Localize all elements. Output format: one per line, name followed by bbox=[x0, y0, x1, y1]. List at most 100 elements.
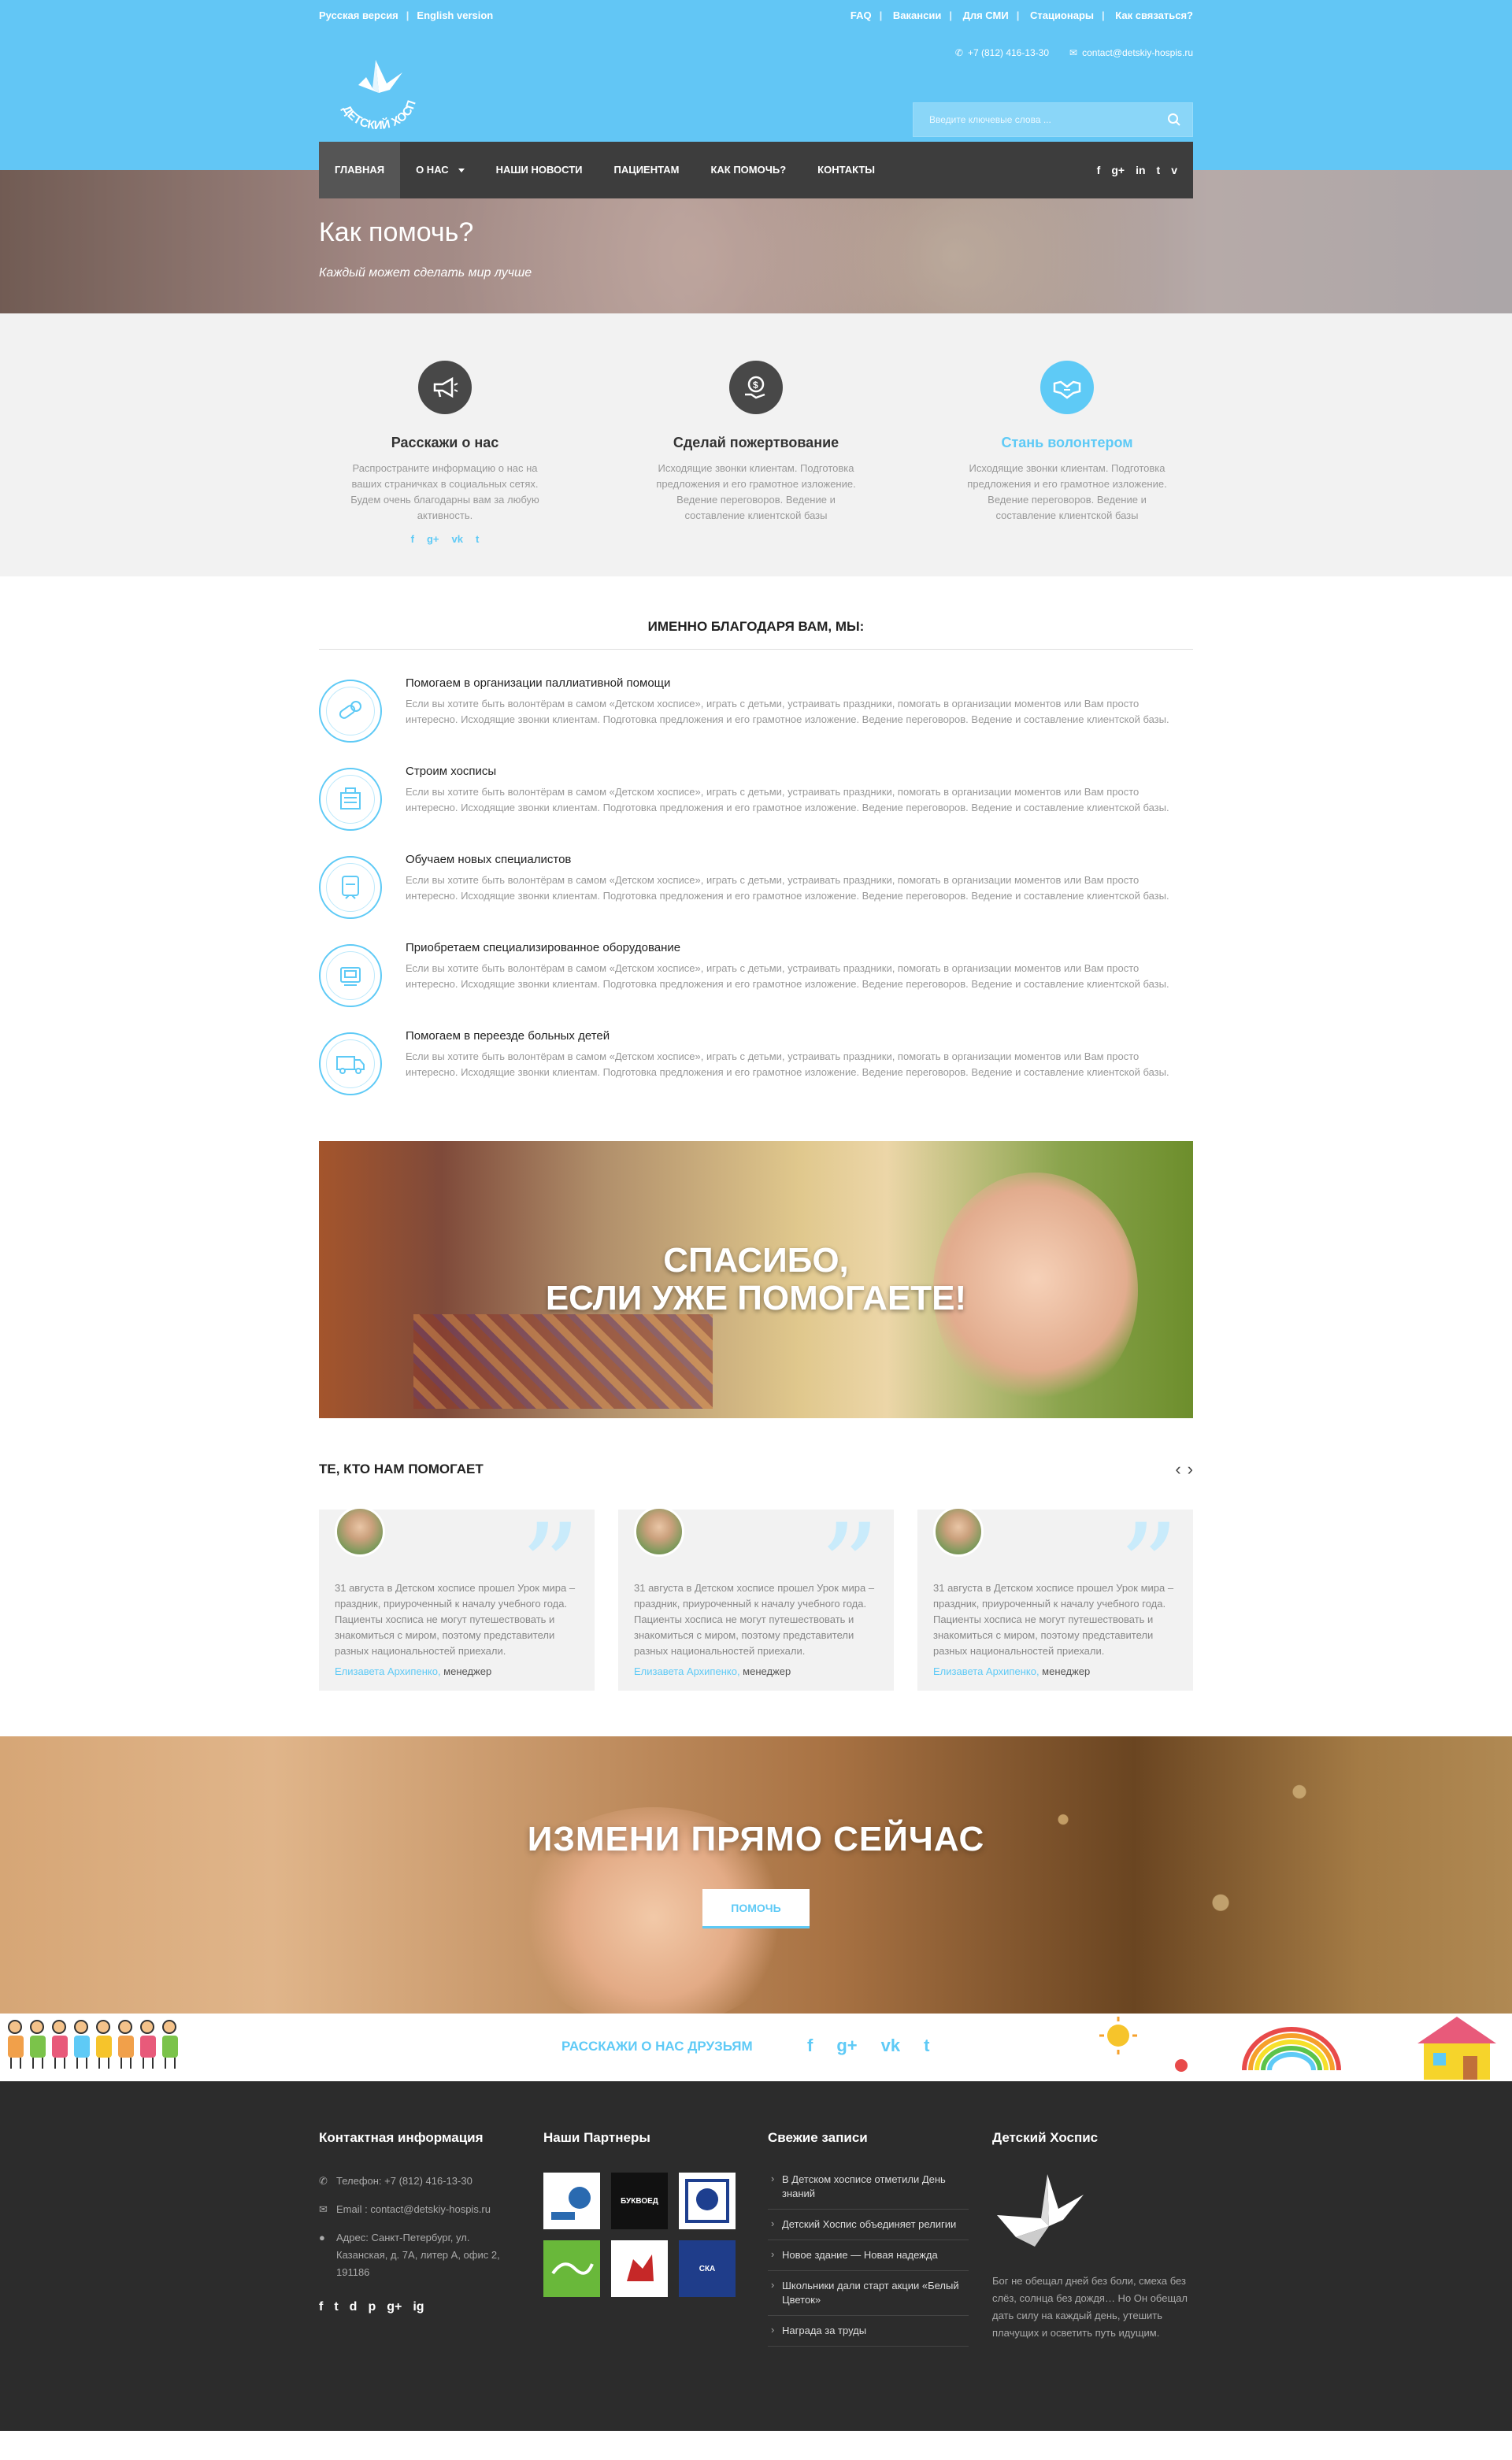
helpers-section: ТЕ, КТО НАМ ПОМОГАЕТ ‹ › ” 31 августа в Д… bbox=[319, 1459, 1193, 1691]
vimeo-icon[interactable]: v bbox=[1171, 164, 1177, 176]
google-plus-icon[interactable]: g+ bbox=[1111, 164, 1125, 176]
help-option-title: Сделай пожертвование bbox=[673, 435, 839, 450]
recent-post-link[interactable]: Награда за труды bbox=[768, 2316, 969, 2347]
thanks-banner-text: СПАСИБО, ЕСЛИ УЖЕ ПОМОГАЕТЕ! bbox=[545, 1241, 967, 1317]
top-bar: Русская версия | English version FAQ | Вака… bbox=[319, 0, 1193, 21]
twitter-icon[interactable]: t bbox=[1157, 164, 1161, 176]
top-link-faq[interactable]: FAQ bbox=[850, 9, 872, 21]
vk-icon[interactable]: vk bbox=[452, 533, 463, 545]
footer-heading: Контактная информация bbox=[319, 2130, 484, 2145]
partner-logo[interactable] bbox=[543, 2173, 600, 2229]
help-option-volunteer[interactable]: Стань волонтером Исходящие звонки клиент… bbox=[941, 361, 1193, 545]
megaphone-icon bbox=[418, 361, 472, 414]
crane-logo-icon bbox=[997, 2174, 1084, 2247]
google-plus-icon[interactable]: g+ bbox=[427, 533, 439, 545]
vk-icon[interactable]: vk bbox=[881, 2036, 900, 2056]
header-phone: ✆ +7 (812) 416-13-30 bbox=[954, 47, 1050, 58]
footer-heading: Свежие записи bbox=[768, 2130, 868, 2145]
top-link-contact[interactable]: Как связаться? bbox=[1115, 9, 1193, 21]
kids-drawing-right bbox=[1099, 2017, 1496, 2080]
lang-en-link[interactable]: English version bbox=[417, 9, 493, 21]
footer-heading: Наши Партнеры bbox=[543, 2130, 650, 2145]
twitter-icon[interactable]: t bbox=[924, 2036, 929, 2056]
help-option-share[interactable]: Расскажи о нас Распространите информацию… bbox=[319, 361, 571, 545]
google-plus-icon[interactable]: g+ bbox=[836, 2036, 857, 2056]
dribbble-icon[interactable]: d bbox=[350, 2300, 358, 2314]
testimonial-author: Елизавета Архипенко, менеджер bbox=[335, 1665, 492, 1677]
lang-ru-link[interactable]: Русская версия bbox=[319, 9, 398, 21]
recent-post-link[interactable]: В Детском хосписе отметили День знаний bbox=[768, 2165, 969, 2210]
help-option-text: Исходящие звонки клиентам. Подготовка пр… bbox=[967, 462, 1167, 521]
testimonial-author: Елизавета Архипенко, менеджер bbox=[933, 1665, 1091, 1677]
help-option-donate[interactable]: $ Сделай пожертвование Исходящие звонки … bbox=[630, 361, 882, 545]
help-button[interactable]: ПОМОЧЬ bbox=[702, 1889, 810, 1928]
site-logo[interactable]: ДЕТСКИЙ ХОСПИС bbox=[323, 39, 429, 135]
linkedin-icon[interactable]: in bbox=[1136, 164, 1145, 176]
pinterest-icon[interactable]: p bbox=[368, 2300, 376, 2314]
change-now-banner: ИЗМЕНИ ПРЯМО СЕЙЧАС ПОМОЧЬ bbox=[0, 1736, 1512, 2014]
twitter-icon[interactable]: t bbox=[334, 2300, 338, 2314]
section-title: ИМЕННО БЛАГОДАРЯ ВАМ, МЫ: bbox=[319, 619, 1193, 650]
google-plus-icon[interactable]: g+ bbox=[387, 2300, 402, 2314]
help-option-title: Расскажи о нас bbox=[391, 435, 499, 450]
page-subtitle: Каждый может сделать мир лучше bbox=[319, 266, 532, 280]
feature-text: Если вы хотите быть волонтёрам в самом «… bbox=[406, 1050, 1169, 1078]
avatar bbox=[933, 1506, 984, 1557]
top-links: FAQ | Вакансии | Для СМИ | Стационары | Как … bbox=[850, 9, 1193, 21]
facebook-icon[interactable]: f bbox=[411, 533, 414, 545]
facebook-icon[interactable]: f bbox=[319, 2300, 323, 2314]
nav-news[interactable]: НАШИ НОВОСТИ bbox=[480, 142, 598, 198]
facebook-icon[interactable]: f bbox=[807, 2036, 813, 2056]
top-link-press[interactable]: Для СМИ bbox=[963, 9, 1009, 21]
partner-logo-bukvoed[interactable]: БУКВОЕД bbox=[611, 2173, 668, 2229]
specialist-icon bbox=[319, 856, 382, 919]
footer-heading: Детский Хоспис bbox=[992, 2130, 1099, 2145]
feature-title: Приобретаем специализированное оборудова… bbox=[406, 941, 681, 954]
thanks-banner: СПАСИБО, ЕСЛИ УЖЕ ПОМОГАЕТЕ! bbox=[319, 1141, 1193, 1418]
svg-text:$: $ bbox=[753, 380, 758, 391]
help-options-section: Расскажи о нас Распространите информацию… bbox=[0, 313, 1512, 576]
facebook-icon[interactable]: f bbox=[1097, 164, 1101, 176]
nav-how-to-help[interactable]: КАК ПОМОЧЬ? bbox=[695, 142, 802, 198]
mail-icon: ✉ bbox=[319, 2203, 328, 2215]
thanks-to-you-section: ИМЕННО БЛАГОДАРЯ ВАМ, МЫ: Помогаем в орг… bbox=[319, 576, 1193, 1095]
instagram-icon[interactable]: ig bbox=[413, 2300, 424, 2314]
share-strip: РАССКАЖИ О НАС ДРУЗЬЯМ f g+ vk t bbox=[0, 2014, 1512, 2081]
twitter-icon[interactable]: t bbox=[476, 533, 479, 545]
recent-post-link[interactable]: Новое здание — Новая надежда bbox=[768, 2240, 969, 2271]
top-link-vacancies[interactable]: Вакансии bbox=[893, 9, 941, 21]
chevron-left-icon[interactable]: ‹ bbox=[1175, 1459, 1180, 1479]
feature-item: Помогаем в переезде больных детей Если в… bbox=[319, 1029, 1193, 1095]
footer-about-text: Бог не обещал дней без боли, смеха без с… bbox=[992, 2275, 1188, 2339]
language-switch: Русская версия | English version bbox=[319, 9, 494, 21]
nav-about[interactable]: О НАС bbox=[400, 142, 480, 198]
nav-contacts[interactable]: КОНТАКТЫ bbox=[802, 142, 891, 198]
partner-logo[interactable] bbox=[611, 2240, 668, 2297]
feature-title: Строим хосписы bbox=[406, 765, 497, 778]
partner-logo[interactable] bbox=[543, 2240, 600, 2297]
recent-post-link[interactable]: Школьники дали старт акции «Белый Цветок… bbox=[768, 2271, 969, 2316]
recent-post-link[interactable]: Детский Хоспис объединяет религии bbox=[768, 2210, 969, 2240]
partner-logo[interactable] bbox=[679, 2173, 736, 2229]
header-email[interactable]: ✉ contact@detskiy-hospis.ru bbox=[1069, 47, 1193, 58]
feature-title: Обучаем новых специалистов bbox=[406, 853, 572, 866]
search-input[interactable] bbox=[914, 103, 1192, 136]
top-link-clinics[interactable]: Стационары bbox=[1030, 9, 1094, 21]
footer-contacts: Контактная информация ✆ Телефон: +7 (812)… bbox=[319, 2130, 520, 2347]
search-box bbox=[913, 102, 1193, 137]
footer-partners: Наши Партнеры БУКВОЕД СКА bbox=[543, 2130, 744, 2347]
feature-text: Если вы хотите быть волонтёрам в самом «… bbox=[406, 962, 1169, 990]
equipment-icon bbox=[319, 944, 382, 1007]
footer-about: Детский Хоспис Бог не обещал дней без бо… bbox=[992, 2130, 1193, 2347]
footer-email[interactable]: Email : contact@detskiy-hospis.ru bbox=[336, 2201, 491, 2218]
change-now-title: ИЗМЕНИ ПРЯМО СЕЙЧАС bbox=[527, 1820, 985, 1858]
chevron-right-icon[interactable]: › bbox=[1188, 1459, 1193, 1479]
search-icon[interactable] bbox=[1167, 113, 1181, 127]
nav-home[interactable]: ГЛАВНАЯ bbox=[319, 142, 401, 198]
nav-patients[interactable]: ПАЦИЕНТАМ bbox=[598, 142, 695, 198]
partner-logo-ska[interactable]: СКА bbox=[679, 2240, 736, 2297]
truck-icon bbox=[319, 1032, 382, 1095]
help-option-title: Стань волонтером bbox=[1001, 435, 1133, 450]
testimonial-text: 31 августа в Детском хосписе прошел Урок… bbox=[335, 1582, 576, 1657]
testimonial-card: ” 31 августа в Детском хосписе прошел Ур… bbox=[319, 1506, 595, 1691]
